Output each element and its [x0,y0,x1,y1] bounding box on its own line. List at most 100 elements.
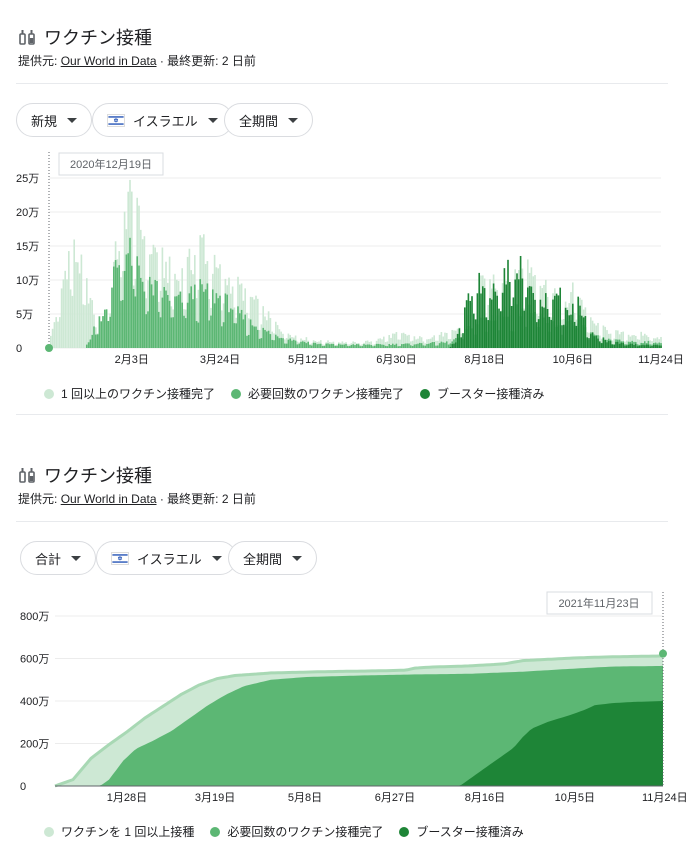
bar-booster [573,321,576,348]
period-dropdown[interactable]: 全期間 [224,103,314,137]
y-tick-label: 10万 [16,275,39,287]
bar-fully-vaccinated [85,344,88,348]
bar-booster [456,333,459,348]
bar-booster [532,292,535,348]
date-tooltip: 2020年12月19日 [58,152,164,176]
bar-first-dose [53,322,56,348]
bar-fully-vaccinated [125,254,128,348]
daily-vaccination-chart[interactable]: 0 5万 10万 15万 20万 25万 2020年12月19日 2月3日 3月24日 5月12日… [0,148,692,374]
bar-booster [458,328,461,348]
bar-booster [552,299,554,348]
bar-booster [505,284,508,348]
bar-booster [651,345,653,348]
cumulative-vaccination-chart[interactable]: 0 200万 400万 600万 800万 2021年11月23日 1月28日 3月19日 5月… [0,588,692,810]
bar-booster [615,341,617,348]
metric-dropdown[interactable]: 新規 [16,103,93,137]
syringe-icon [19,30,35,45]
bar-fully-vaccinated [127,253,130,348]
vaccination-card-daily: ワクチン接種 提供元: Our World in Data · 最終更新: 2 … [0,0,692,420]
bar-fully-vaccinated [102,316,104,348]
bar-fully-vaccinated [399,346,401,348]
bar-fully-vaccinated [368,344,371,348]
bar-fully-vaccinated [166,295,169,348]
bar-fully-vaccinated [319,343,322,348]
bar-booster [600,343,603,348]
bar-booster [546,309,549,348]
bar-booster [636,346,639,348]
bar-fully-vaccinated [213,303,216,348]
bar-fully-vaccinated [379,344,382,348]
bar-fully-vaccinated [258,338,261,348]
bar-fully-vaccinated [100,321,103,348]
bar-fully-vaccinated [404,343,407,348]
bar-booster [480,293,482,348]
bar-fully-vaccinated [107,321,110,348]
israel-flag-icon [107,113,125,127]
bar-booster [548,316,551,348]
bar-fully-vaccinated [244,314,247,348]
bar-booster [555,293,558,348]
bar-booster [634,343,637,348]
bar-booster [539,299,542,348]
legend-item-fully-vaccinated[interactable]: 必要回数のワクチン接種完了 [210,823,383,840]
legend-item-first-dose[interactable]: ワクチンを 1 回以上接種 [44,823,194,840]
bar-fully-vaccinated [186,302,189,348]
bar-fully-vaccinated [109,316,112,348]
bar-fully-vaccinated [280,337,283,348]
bar-fully-vaccinated [161,297,164,348]
bar-fully-vaccinated [141,281,144,348]
bar-booster [627,344,630,348]
bar-fully-vaccinated [136,256,139,348]
caret-down-icon [211,555,222,561]
syringe-icon [19,468,35,483]
bar-fully-vaccinated [316,344,319,348]
country-dropdown[interactable]: イスラエル [92,103,233,137]
bar-fully-vaccinated [184,318,187,348]
bar-booster [595,335,598,348]
bar-booster [553,295,556,348]
bar-fully-vaccinated [103,309,106,348]
source-link[interactable]: Our World in Data [61,492,157,506]
legend-item-first-dose[interactable]: 1 回以上のワクチン接種完了 [44,385,215,402]
legend-item-booster[interactable]: ブースター接種済み [420,385,544,402]
bar-fully-vaccinated [138,265,140,348]
bar-booster [525,297,527,348]
metric-dropdown[interactable]: 合計 [20,541,97,575]
bar-fully-vaccinated [442,342,445,348]
bar-fully-vaccinated [134,296,137,348]
bar-fully-vaccinated [157,311,160,348]
period-dropdown[interactable]: 全期間 [228,541,318,575]
y-tick-label: 15万 [16,241,39,253]
bar-booster [589,334,592,348]
bar-fully-vaccinated [381,344,383,348]
bar-first-dose [84,305,86,348]
bar-fully-vaccinated [262,327,265,348]
bar-booster [631,343,634,348]
bar-fully-vaccinated [327,343,329,348]
bar-booster [465,300,468,348]
source-link[interactable]: Our World in Data [61,54,157,68]
card-title-row: ワクチン接種 [18,462,152,488]
bar-fully-vaccinated [440,341,443,348]
tooltip-date: 2020年12月19日 [70,157,152,171]
bar-booster [577,296,580,348]
bar-fully-vaccinated [163,287,166,348]
bar-booster [579,305,581,348]
divider [16,414,668,415]
bar-fully-vaccinated [418,342,421,348]
bar-booster [463,307,466,348]
bar-fully-vaccinated [118,265,121,348]
bar-fully-vaccinated [121,300,124,348]
bar-booster [528,286,531,348]
bar-fully-vaccinated [364,344,367,348]
legend-item-booster[interactable]: ブースター接種済み [399,823,524,840]
bar-fully-vaccinated [229,308,232,348]
bar-booster [622,342,625,348]
bar-fully-vaccinated [172,317,175,348]
country-dropdown[interactable]: イスラエル [96,541,237,575]
bar-booster [541,306,544,348]
bar-fully-vaccinated [96,334,99,348]
bar-booster [481,286,484,348]
legend-item-fully-vaccinated[interactable]: 必要回数のワクチン接種完了 [231,385,404,402]
bar-booster [449,346,452,348]
